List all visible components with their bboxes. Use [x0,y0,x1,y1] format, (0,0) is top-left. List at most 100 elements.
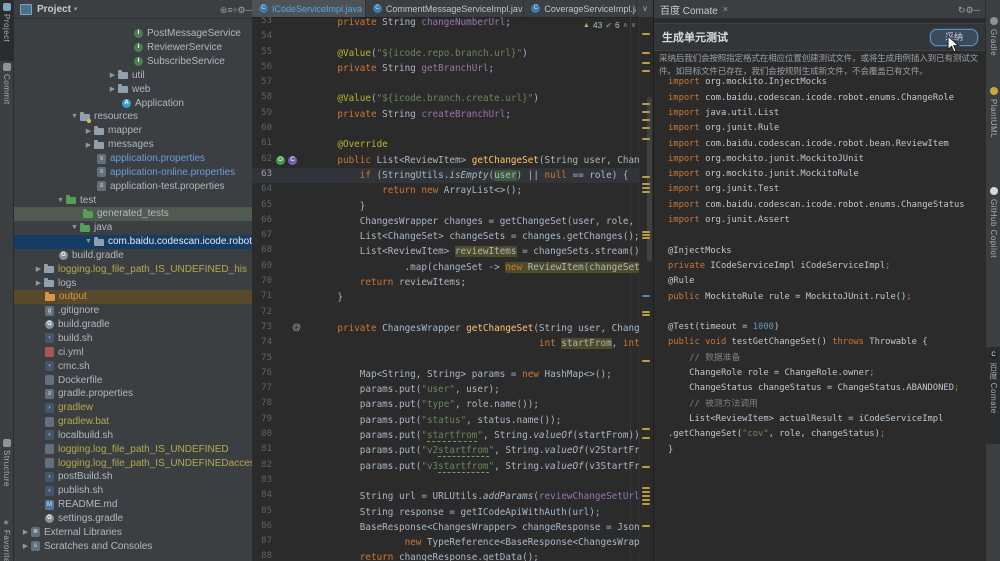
warning-stripe-mark[interactable] [642,314,650,316]
info-stripe-mark[interactable] [642,295,650,297]
warning-stripe-mark[interactable] [642,495,650,497]
tree-item[interactable]: ≡application-online.properties [14,165,252,179]
activity-item-gradle[interactable]: Gradle [986,13,1000,69]
warning-stripe-mark[interactable] [642,428,650,430]
code-line[interactable]: 53 private String changeNumberUrl; [252,17,640,30]
line-number[interactable]: 70 [252,276,272,286]
comate-code[interactable]: import org.mockito.InjectMocksimport com… [661,0,986,561]
warning-stripe-mark[interactable] [642,466,650,468]
code-line[interactable]: 86 BaseResponse<ChangesWrapper> changeRe… [252,520,640,535]
tree-item[interactable]: ▶sScratches and Consoles [14,539,252,553]
chevron-down-icon[interactable]: ▼ [69,224,80,231]
tree-item[interactable]: ▶mapper [14,124,252,138]
code-line[interactable]: 63 if (StringUtils.isEmpty(user) || null… [252,168,640,183]
line-number[interactable]: 74 [252,337,272,347]
warning-stripe-mark[interactable] [642,103,650,105]
warning-stripe-mark[interactable] [642,234,650,236]
code-line[interactable]: 76 Map<String, String> params = new Hash… [252,367,640,382]
chevron-right-icon[interactable]: ▶ [83,141,94,149]
chevron-down-icon[interactable]: ▼ [69,113,80,120]
code-line[interactable]: 82 params.put("v3startfrom", String.valu… [252,459,640,474]
activity-item-plantuml[interactable]: PlantUML [986,83,1000,153]
hide-icon[interactable]: ─ [246,5,252,15]
line-number[interactable]: 88 [252,551,272,561]
line-number[interactable]: 83 [252,475,272,485]
tree-item[interactable]: ›gradlew [14,401,252,415]
tree-item[interactable]: ≡application-test.properties [14,179,252,193]
line-number[interactable]: 79 [252,414,272,424]
code-line[interactable]: 68 List<ReviewItem> reviewItems = change… [252,244,640,259]
chevron-right-icon[interactable]: ▶ [107,71,118,79]
tree-item[interactable]: logging.log_file_path_IS_UNDEFINED [14,442,252,456]
tree-item[interactable]: Gbuild.gradle [14,249,252,263]
code-line[interactable]: 81 params.put("v2startfrom", String.valu… [252,443,640,458]
tab-overflow[interactable]: ∨ [637,0,653,17]
tree-item[interactable]: g.gitignore [14,304,252,318]
tree-item[interactable]: ISubscribeService [14,55,252,69]
code-line[interactable]: 61 @Override [252,137,640,152]
chevron-down-icon[interactable]: ▾ [74,5,78,13]
warning-stripe-mark[interactable] [642,437,650,439]
line-number[interactable]: 77 [252,383,272,393]
code-line[interactable]: 70 return reviewItems; [252,275,640,290]
code-line[interactable]: 59 private String createBranchUrl; [252,107,640,122]
code-line[interactable]: 80 params.put("startfrom", String.valueO… [252,428,640,443]
next-problem-icon[interactable]: ∨ [631,21,636,29]
code-line[interactable]: 84 String url = URLUtils.addParams(revie… [252,489,640,504]
tree-item[interactable]: Gsettings.gradle [14,512,252,526]
chevron-right-icon[interactable]: ▶ [33,279,44,287]
comate-gutter-icon[interactable]: C [288,156,297,165]
tree-item[interactable]: ›publish.sh [14,484,252,498]
warning-stripe-mark[interactable] [642,191,650,193]
code-line[interactable]: 60 [252,122,640,137]
chevron-right-icon[interactable]: ▶ [20,542,31,550]
editor-tab-2[interactable]: CCommentMessageServiceImpl.java× [366,0,524,17]
tree-item[interactable]: ▼test [14,193,252,207]
chevron-right-icon[interactable]: ▶ [107,85,118,93]
line-number[interactable]: 64 [252,184,272,194]
code-line[interactable]: 75 [252,352,640,367]
tree-item[interactable]: ci.yml [14,345,252,359]
line-number[interactable]: 84 [252,490,272,500]
warning-stripe-mark[interactable] [642,119,650,121]
tree-item[interactable]: ▶web [14,82,252,96]
warning-stripe-mark[interactable] [642,231,650,233]
tree-item[interactable]: AApplication [14,96,252,110]
tree-item[interactable]: output [14,290,252,304]
prev-problem-icon[interactable]: ∧ [623,21,628,29]
tree-item[interactable]: IPostMessageService [14,27,252,41]
code-line[interactable]: 55 @Value("${icode.repo.branch.url}") [252,46,640,61]
line-number[interactable]: 81 [252,444,272,454]
code-line[interactable]: 66 ChangesWrapper changes = getChangeSet… [252,214,640,229]
line-number[interactable]: 72 [252,307,272,317]
warning-stripe-mark[interactable] [642,311,650,313]
error-stripe[interactable] [639,17,653,561]
code-line[interactable]: 64 return new ArrayList<>(); [252,183,640,198]
code-line[interactable]: 88 return changeResponse.getData(); [252,550,640,561]
chevron-right-icon[interactable]: ▶ [33,265,44,273]
tree-item[interactable]: ›postBuild.sh [14,470,252,484]
line-number[interactable]: 60 [252,123,272,133]
activity-item-project[interactable]: Project [0,0,13,61]
line-number[interactable]: 65 [252,200,272,210]
line-number[interactable]: 53 [252,17,272,26]
inspection-widget[interactable]: ▲ 43 ✔ 6 ∧ ∨ [583,20,636,30]
chevron-down-icon[interactable]: ▼ [83,238,94,245]
tree-item[interactable]: ▶logging.log_file_path_IS_UNDEFINED_his [14,262,252,276]
tree-item[interactable]: Gbuild.gradle [14,318,252,332]
line-number[interactable]: 76 [252,368,272,378]
tree-item[interactable]: ≡application.properties [14,152,252,166]
tree-item[interactable]: ▼resources [14,110,252,124]
chevron-right-icon[interactable]: ▶ [83,127,94,135]
editor-tab-3[interactable]: CCoverageServiceImpl.jav [524,0,637,17]
code-line[interactable]: 79 params.put("status", status.name()); [252,413,640,428]
activity-item-structure[interactable]: Structure [0,436,13,495]
activity-item-comate[interactable]: C百度 Comate [986,347,1000,444]
warning-stripe-mark[interactable] [642,70,650,72]
settings-icon[interactable]: ⚙ [238,5,246,15]
code-line[interactable]: 58 @Value("${icode.branch.create.url}") [252,91,640,106]
code-area[interactable]: ▲ 43 ✔ 6 ∧ ∨ 53 private String changeNum… [252,17,640,561]
warning-stripe-mark[interactable] [642,237,650,239]
chevron-down-icon[interactable]: ▼ [55,197,66,204]
tree-item[interactable]: generated_tests [14,207,252,221]
